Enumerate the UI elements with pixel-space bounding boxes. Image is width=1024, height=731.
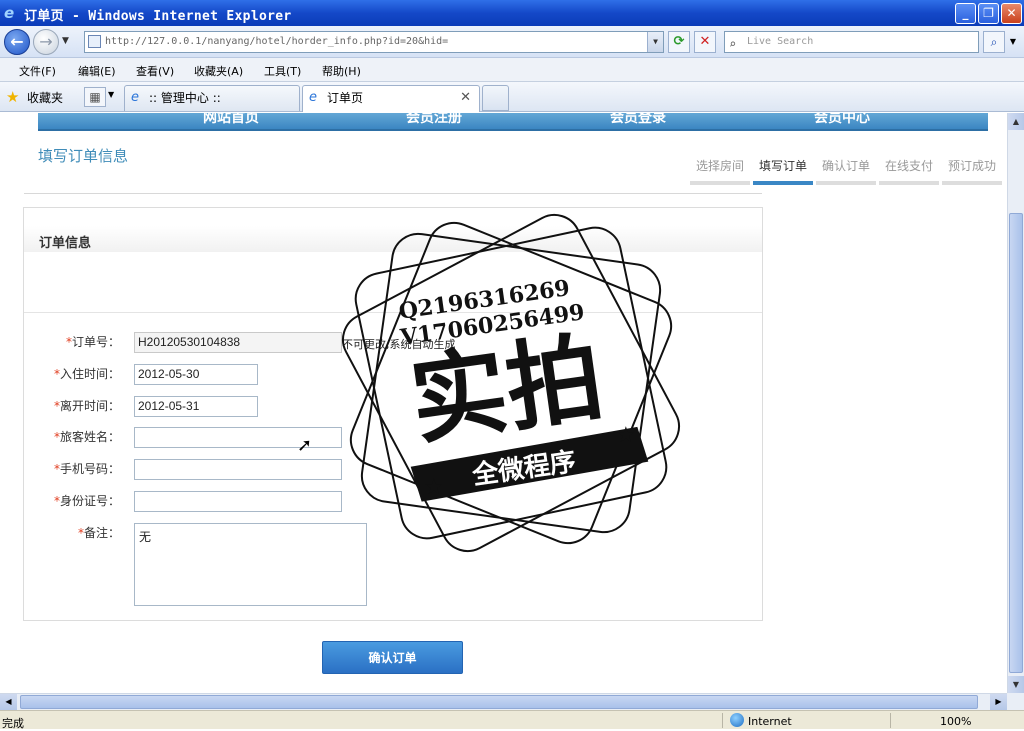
- address-dropdown-icon[interactable]: ▼: [647, 32, 663, 52]
- nav-register[interactable]: 会员注册: [406, 113, 462, 127]
- remark-label: *备注：: [77, 526, 120, 540]
- page-icon: [88, 35, 101, 48]
- checkin-label: *入住时间：: [53, 367, 120, 381]
- step-bar: [816, 181, 876, 185]
- divider: [24, 193, 762, 194]
- search-options-dropdown-icon[interactable]: ▼: [1006, 31, 1020, 53]
- navigation-bar: ← → ▼ http://127.0.0.1/nanyang/hotel/hor…: [0, 26, 1024, 58]
- internet-zone-icon: [730, 713, 744, 727]
- tab-admin-center[interactable]: e :: 管理中心 ::: [124, 85, 300, 111]
- watermark-star-icon: ★: [424, 475, 444, 500]
- search-go-button[interactable]: ⌕: [983, 31, 1005, 53]
- menu-bar: 文件(F) 编辑(E) 查看(V) 收藏夹(A) 工具(T) 帮助(H): [0, 58, 1024, 82]
- watermark-star-icon: ★: [616, 423, 636, 448]
- step-bar: [690, 181, 750, 185]
- favorites-star-icon[interactable]: ★: [6, 88, 19, 106]
- guest-name-label: *旅客姓名：: [53, 430, 120, 444]
- phone-label: *手机号码：: [53, 462, 120, 476]
- address-text: http://127.0.0.1/nanyang/hotel/horder_in…: [105, 36, 449, 47]
- security-zone-label: Internet: [748, 715, 792, 728]
- menu-view[interactable]: 查看(V): [136, 63, 174, 79]
- tab-close-icon[interactable]: ✕: [460, 86, 471, 110]
- status-bar: 完成 Internet 100%: [0, 710, 1024, 730]
- step-bar: [879, 181, 939, 185]
- order-no-field: H20120530104838: [134, 332, 342, 353]
- section-title: 订单信息: [39, 236, 92, 251]
- maximize-button[interactable]: ❐: [978, 3, 999, 24]
- horizontal-scroll-thumb[interactable]: [20, 695, 978, 709]
- menu-favorites[interactable]: 收藏夹(A): [194, 63, 243, 79]
- step-booking-success: 预订成功: [947, 159, 996, 173]
- confirm-order-button[interactable]: 确认订单: [322, 641, 463, 674]
- tab-order-page[interactable]: e 订单页 ✕: [302, 85, 480, 112]
- remark-textarea[interactable]: 无: [134, 523, 367, 606]
- scroll-left-icon[interactable]: ◀: [0, 694, 17, 710]
- nav-home[interactable]: 网站首页: [203, 113, 259, 127]
- step-select-room: 选择房间: [695, 159, 744, 173]
- watermark-stamp: Q2196316269 V17060256499 实拍 全微程序 ★ ★: [341, 213, 681, 553]
- divider: [890, 713, 891, 728]
- window-titlebar: e 订单页 - Windows Internet Explorer _ ❐ ✕: [0, 0, 1024, 26]
- id-number-label: *身份证号：: [53, 494, 120, 508]
- new-tab-button[interactable]: [482, 85, 509, 111]
- back-button[interactable]: ←: [4, 29, 30, 55]
- step-bar: [942, 181, 1002, 185]
- phone-field[interactable]: [134, 459, 342, 480]
- minimize-button[interactable]: _: [955, 3, 976, 24]
- site-top-nav: 网站首页 会员注册 会员登录 会员中心: [38, 113, 988, 131]
- search-placeholder: Live Search: [747, 36, 814, 47]
- order-steps: 选择房间 填写订单 确认订单 在线支付 预订成功: [690, 157, 1002, 185]
- mouse-cursor-icon: ➚: [297, 435, 313, 456]
- nav-login[interactable]: 会员登录: [610, 113, 666, 127]
- vertical-scroll-thumb[interactable]: [1009, 213, 1023, 673]
- menu-help[interactable]: 帮助(H): [322, 63, 361, 79]
- stop-button[interactable]: ✕: [694, 31, 716, 53]
- vertical-scrollbar[interactable]: ▲ ▼: [1007, 113, 1024, 693]
- address-bar[interactable]: http://127.0.0.1/nanyang/hotel/horder_in…: [84, 31, 664, 53]
- nav-member-center[interactable]: 会员中心: [814, 113, 870, 127]
- ie-logo-icon: e: [4, 4, 15, 22]
- forward-button[interactable]: →: [33, 29, 59, 55]
- search-icon: ⌕: [729, 37, 737, 51]
- tab-label: :: 管理中心 ::: [149, 91, 221, 105]
- favorites-button[interactable]: 收藏夹: [27, 89, 63, 106]
- favorites-bar: ★ 收藏夹 ▦ ▼ e :: 管理中心 :: e 订单页 ✕: [0, 82, 1024, 112]
- search-input[interactable]: ⌕ Live Search: [724, 31, 979, 53]
- divider: [722, 713, 723, 728]
- menu-edit[interactable]: 编辑(E): [78, 63, 116, 79]
- tab-list-dropdown-icon[interactable]: ▼: [108, 90, 114, 99]
- window-title: 订单页 - Windows Internet Explorer: [24, 9, 292, 24]
- checkout-label: *离开时间：: [53, 399, 120, 413]
- order-no-label: *订单号：: [65, 335, 120, 349]
- scroll-right-icon[interactable]: ▶: [990, 694, 1007, 710]
- step-confirm-order: 确认订单: [821, 159, 870, 173]
- page-title: 填写订单信息: [38, 147, 129, 165]
- scroll-down-icon[interactable]: ▼: [1008, 676, 1024, 693]
- zoom-level[interactable]: 100%: [940, 715, 971, 728]
- checkout-date-field[interactable]: 2012-05-31: [134, 396, 258, 417]
- close-button[interactable]: ✕: [1001, 3, 1022, 24]
- step-fill-order: 填写订单: [758, 159, 807, 173]
- scroll-up-icon[interactable]: ▲: [1008, 113, 1024, 130]
- ie-tab-icon: e: [309, 90, 317, 105]
- id-number-field[interactable]: [134, 491, 342, 512]
- menu-file[interactable]: 文件(F): [19, 63, 56, 79]
- refresh-button[interactable]: ⟳: [668, 31, 690, 53]
- checkin-date-field[interactable]: 2012-05-30: [134, 364, 258, 385]
- quick-tabs-icon[interactable]: ▦: [84, 87, 106, 107]
- scroll-corner: [1007, 693, 1024, 710]
- menu-tools[interactable]: 工具(T): [264, 63, 301, 79]
- horizontal-scrollbar[interactable]: ◀ ▶: [0, 693, 1007, 710]
- tab-label: 订单页: [327, 91, 364, 105]
- history-dropdown-icon[interactable]: ▼: [62, 36, 69, 46]
- step-bar-active: [753, 181, 813, 185]
- step-online-pay: 在线支付: [884, 159, 933, 173]
- ie-tab-icon: e: [131, 90, 139, 105]
